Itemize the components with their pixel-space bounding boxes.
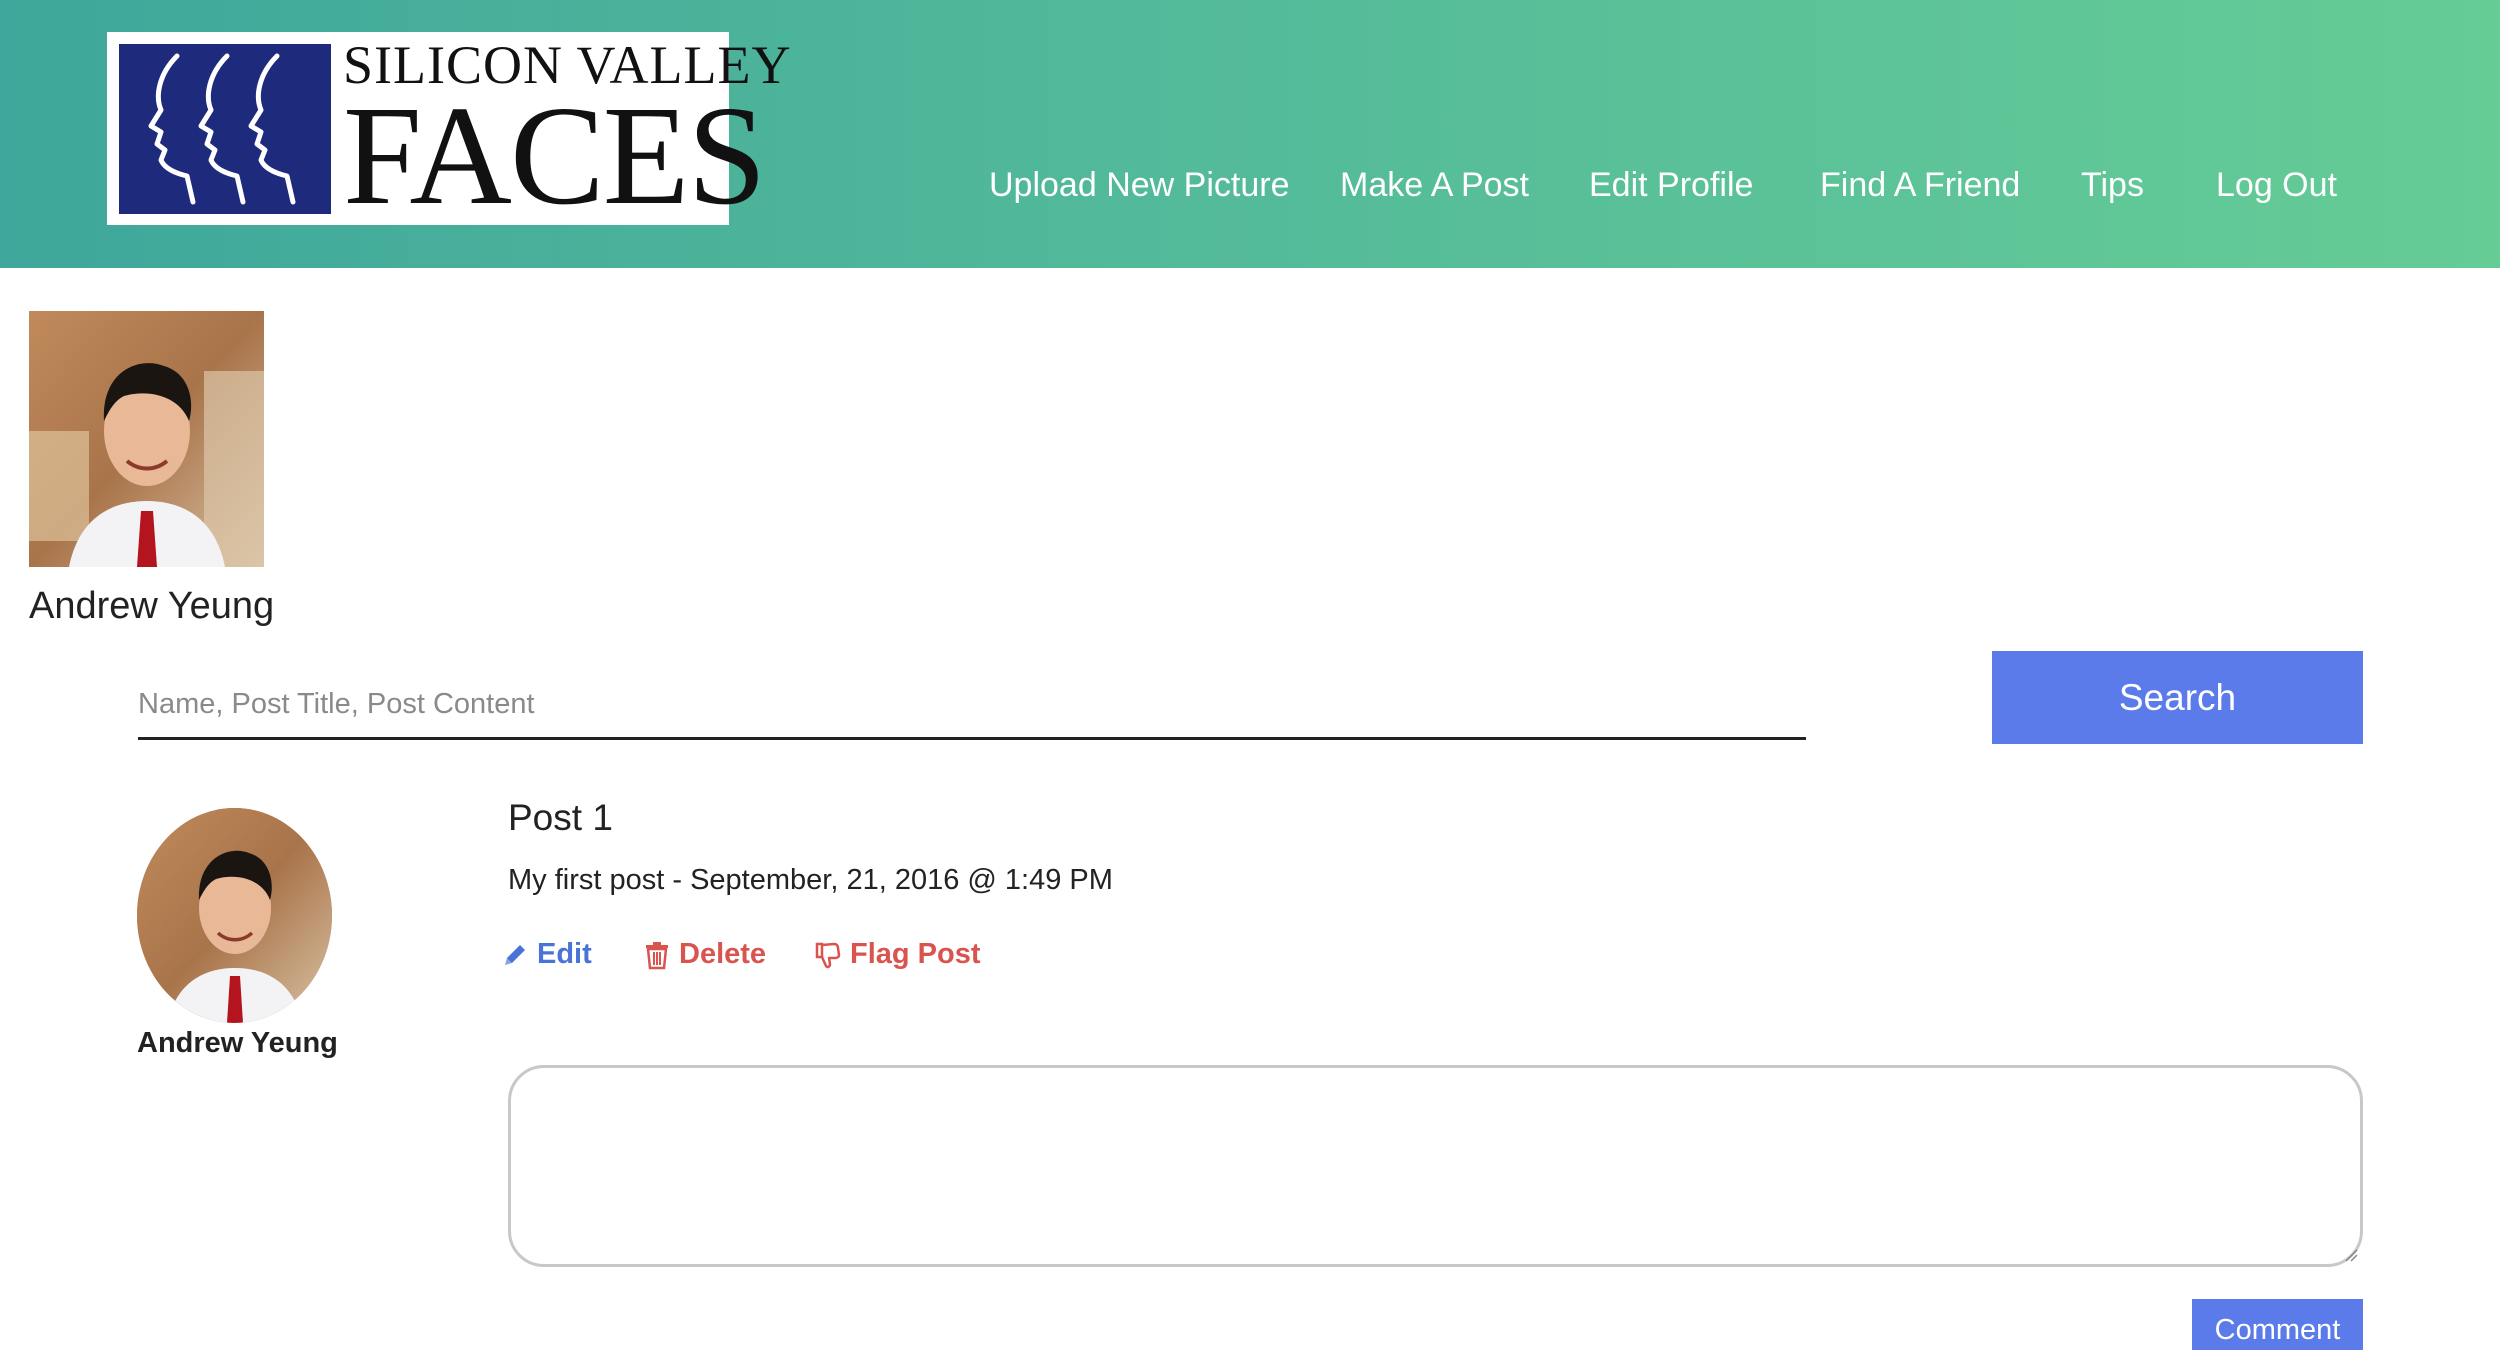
delete-post-link[interactable]: Delete [643, 938, 766, 971]
nav-find-a-friend[interactable]: Find A Friend [1820, 160, 2020, 210]
site-header: SILICON VALLEY FACES Upload New Picture … [0, 0, 2500, 268]
post-meta: My first post - September, 21, 2016 @ 1:… [508, 864, 1113, 896]
search-button[interactable]: Search [1992, 651, 2363, 744]
profile-photo [29, 311, 264, 567]
faces-silhouette-icon [119, 43, 331, 214]
nav-log-out[interactable]: Log Out [2216, 160, 2337, 210]
comment-textarea[interactable] [508, 1065, 2363, 1267]
thumbs-down-icon [814, 940, 842, 970]
edit-post-label: Edit [537, 938, 592, 970]
site-logo[interactable]: SILICON VALLEY FACES [107, 32, 791, 225]
logo-line-faces: FACES [343, 75, 766, 234]
post-title: Post 1 [508, 797, 613, 838]
edit-post-link[interactable]: Edit [501, 938, 592, 971]
trash-icon [643, 940, 671, 970]
resize-handle-icon[interactable] [2344, 1248, 2358, 1262]
profile-photo-image [29, 311, 264, 567]
profile-name: Andrew Yeung [29, 585, 275, 627]
nav-edit-profile[interactable]: Edit Profile [1589, 160, 1753, 210]
flag-post-label: Flag Post [850, 938, 981, 970]
post-author-name[interactable]: Andrew Yeung [137, 1027, 338, 1060]
post-author-avatar[interactable] [137, 808, 332, 1023]
comment-button[interactable]: Comment [2192, 1299, 2363, 1350]
flag-post-link[interactable]: Flag Post [814, 938, 981, 971]
search-input[interactable] [138, 672, 1806, 740]
logo-wordmark: SILICON VALLEY FACES [331, 38, 792, 234]
nav-make-a-post[interactable]: Make A Post [1340, 160, 1529, 210]
nav-tips[interactable]: Tips [2081, 160, 2144, 210]
delete-post-label: Delete [679, 938, 767, 970]
pencil-icon [501, 940, 529, 970]
nav-upload-new-picture[interactable]: Upload New Picture [989, 160, 1289, 210]
avatar-image [137, 808, 332, 1023]
